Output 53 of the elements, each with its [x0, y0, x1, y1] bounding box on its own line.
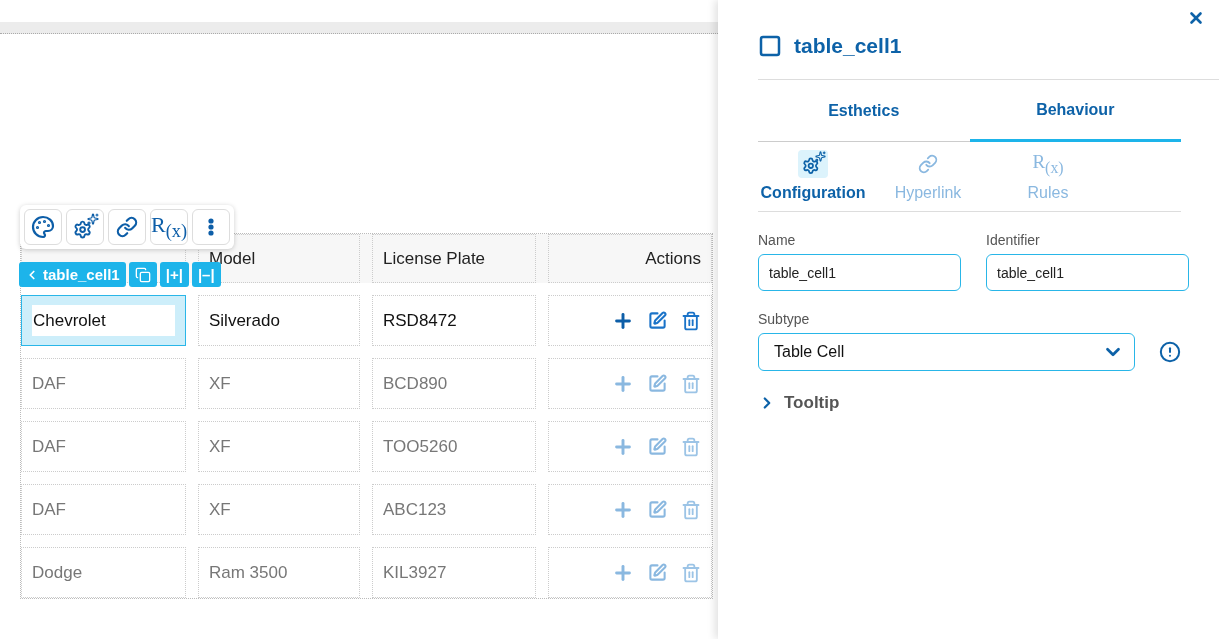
table-cell[interactable]: Silverado: [198, 295, 360, 346]
gear-icon: [802, 153, 824, 175]
table-cell[interactable]: DAF: [21, 421, 186, 472]
field-label: Subtype: [758, 311, 811, 327]
table-cell[interactable]: Ram 3500: [198, 547, 360, 598]
copy-button[interactable]: [128, 262, 157, 287]
close-icon[interactable]: [1187, 9, 1205, 27]
field-label: Identifier: [986, 232, 1041, 248]
panel-title: table_cell1: [794, 34, 902, 58]
edit-icon[interactable]: [648, 437, 667, 456]
table-cell[interactable]: RSD8472: [372, 295, 536, 346]
link-icon: [116, 216, 138, 238]
sub-tab[interactable]: Configuration: [758, 142, 868, 211]
remove-column-button[interactable]: |–|: [191, 262, 221, 287]
add-column-button[interactable]: |+|: [159, 262, 189, 287]
edit-icon[interactable]: [648, 563, 667, 582]
table-cell[interactable]: DAF: [21, 358, 186, 409]
tooltip-expander[interactable]: Tooltip: [758, 393, 1219, 413]
column-header: Actions: [548, 234, 712, 283]
edit-icon[interactable]: [648, 311, 667, 330]
edit-icon[interactable]: [648, 500, 667, 519]
palette-icon: [31, 215, 55, 239]
link-icon: [918, 154, 938, 174]
selection-label[interactable]: table_cell1: [19, 262, 126, 287]
table-cell[interactable]: DAF: [21, 484, 186, 535]
table-cell[interactable]: BCD890: [372, 358, 536, 409]
table-cell[interactable]: Dodge: [21, 547, 186, 598]
table-cell[interactable]: ABC123: [372, 484, 536, 535]
table-cell[interactable]: XF: [198, 484, 360, 535]
column-header: License Plate: [372, 234, 536, 283]
edit-icon[interactable]: [648, 374, 667, 393]
text-field[interactable]: table_cell1: [986, 254, 1189, 291]
palette-button[interactable]: [24, 209, 62, 245]
selected-cell[interactable]: Chevrolet: [21, 295, 186, 346]
table-cell[interactable]: XF: [198, 358, 360, 409]
tab[interactable]: Esthetics: [758, 80, 970, 142]
text-field[interactable]: table_cell1: [758, 254, 961, 291]
settings-button[interactable]: [66, 209, 104, 245]
rules-button[interactable]: R$_{(x)}$: [150, 209, 188, 245]
link-button[interactable]: [108, 209, 146, 245]
subtype-dropdown[interactable]: Table Cell: [758, 333, 1135, 371]
delete-icon[interactable]: [681, 310, 701, 331]
table-cell[interactable]: TOO5260: [372, 421, 536, 472]
gear-icon: [73, 215, 97, 239]
table-cell[interactable]: KIL3927: [372, 547, 536, 598]
field-label: Name: [758, 232, 797, 248]
tab[interactable]: Behaviour: [969, 80, 1181, 142]
square-icon: [758, 34, 782, 58]
table-cell[interactable]: XF: [198, 421, 360, 472]
copy-icon: [134, 266, 151, 283]
more-button[interactable]: [192, 209, 230, 245]
more-icon: [208, 218, 214, 236]
info-icon[interactable]: [1159, 341, 1181, 363]
